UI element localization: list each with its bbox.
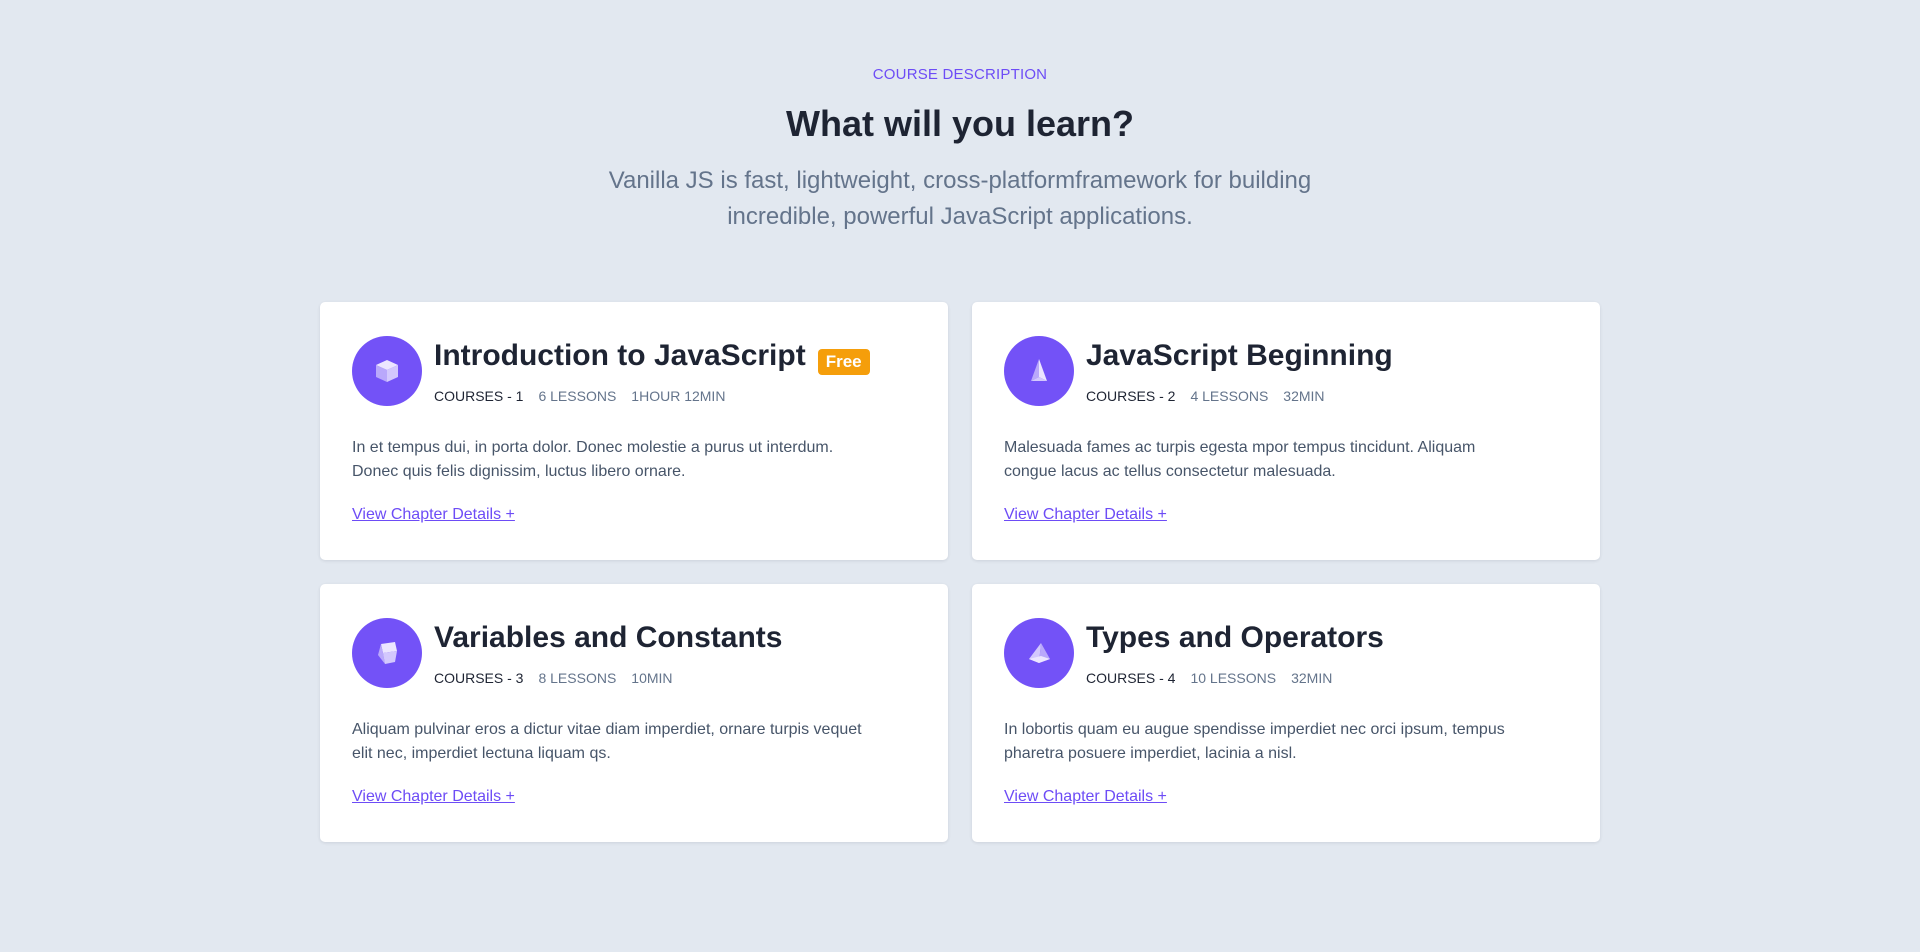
- lesson-count: 4 LESSONS: [1190, 388, 1269, 404]
- course-card-2: JavaScript Beginning COURSES - 2 4 LESSO…: [972, 302, 1600, 560]
- card-description: Aliquam pulvinar eros a dictur vitae dia…: [352, 721, 862, 762]
- free-badge: Free: [817, 349, 870, 375]
- course-number: COURSES - 4: [1086, 670, 1176, 686]
- card-meta: COURSES - 3 8 LESSONS 10MIN: [434, 670, 782, 686]
- card-meta: COURSES - 4 10 LESSONS 32MIN: [1086, 670, 1384, 686]
- course-number: COURSES - 3: [434, 670, 524, 686]
- course-duration: 32MIN: [1283, 388, 1325, 404]
- course-number: COURSES - 1: [434, 388, 524, 404]
- course-duration: 10MIN: [631, 670, 673, 686]
- cube-icon: [352, 336, 422, 406]
- course-card-4: Types and Operators COURSES - 4 10 LESSO…: [972, 584, 1600, 842]
- section-eyebrow: COURSE DESCRIPTION: [872, 66, 1048, 83]
- tilted-cube-icon: [352, 618, 422, 688]
- course-card-3: Variables and Constants COURSES - 3 8 LE…: [320, 584, 948, 842]
- tetrahedron-icon: [1004, 618, 1074, 688]
- course-grid: Introduction to JavaScript Free COURSES …: [320, 302, 1600, 842]
- lesson-count: 8 LESSONS: [538, 670, 617, 686]
- card-description: In et tempus dui, in porta dolor. Donec …: [352, 439, 834, 480]
- view-chapter-details-link[interactable]: View Chapter Details +: [1004, 788, 1167, 806]
- course-duration: 1HOUR 12MIN: [631, 388, 726, 404]
- card-title: Variables and Constants: [434, 621, 783, 654]
- section-header: COURSE DESCRIPTION What will you learn? …: [0, 0, 1920, 235]
- pyramid-icon: [1004, 336, 1074, 406]
- card-description: In lobortis quam eu augue spendisse impe…: [1004, 721, 1505, 762]
- card-meta: COURSES - 1 6 LESSONS 1HOUR 12MIN: [434, 388, 870, 404]
- view-chapter-details-link[interactable]: View Chapter Details +: [1004, 506, 1167, 524]
- view-chapter-details-link[interactable]: View Chapter Details +: [352, 788, 515, 806]
- card-description: Malesuada fames ac turpis egesta mpor te…: [1004, 439, 1476, 480]
- card-meta: COURSES - 2 4 LESSONS 32MIN: [1086, 388, 1393, 404]
- section-subtitle: Vanilla JS is fast, lightweight, cross-p…: [608, 167, 1312, 230]
- course-card-1: Introduction to JavaScript Free COURSES …: [320, 302, 948, 560]
- lesson-count: 6 LESSONS: [538, 388, 617, 404]
- course-number: COURSES - 2: [1086, 388, 1176, 404]
- section-title: What will you learn?: [785, 103, 1135, 144]
- lesson-count: 10 LESSONS: [1190, 670, 1277, 686]
- card-title: Introduction to JavaScript: [434, 339, 806, 372]
- view-chapter-details-link[interactable]: View Chapter Details +: [352, 506, 515, 524]
- card-title: JavaScript Beginning: [1086, 339, 1393, 372]
- card-title: Types and Operators: [1086, 621, 1384, 654]
- course-duration: 32MIN: [1291, 670, 1333, 686]
